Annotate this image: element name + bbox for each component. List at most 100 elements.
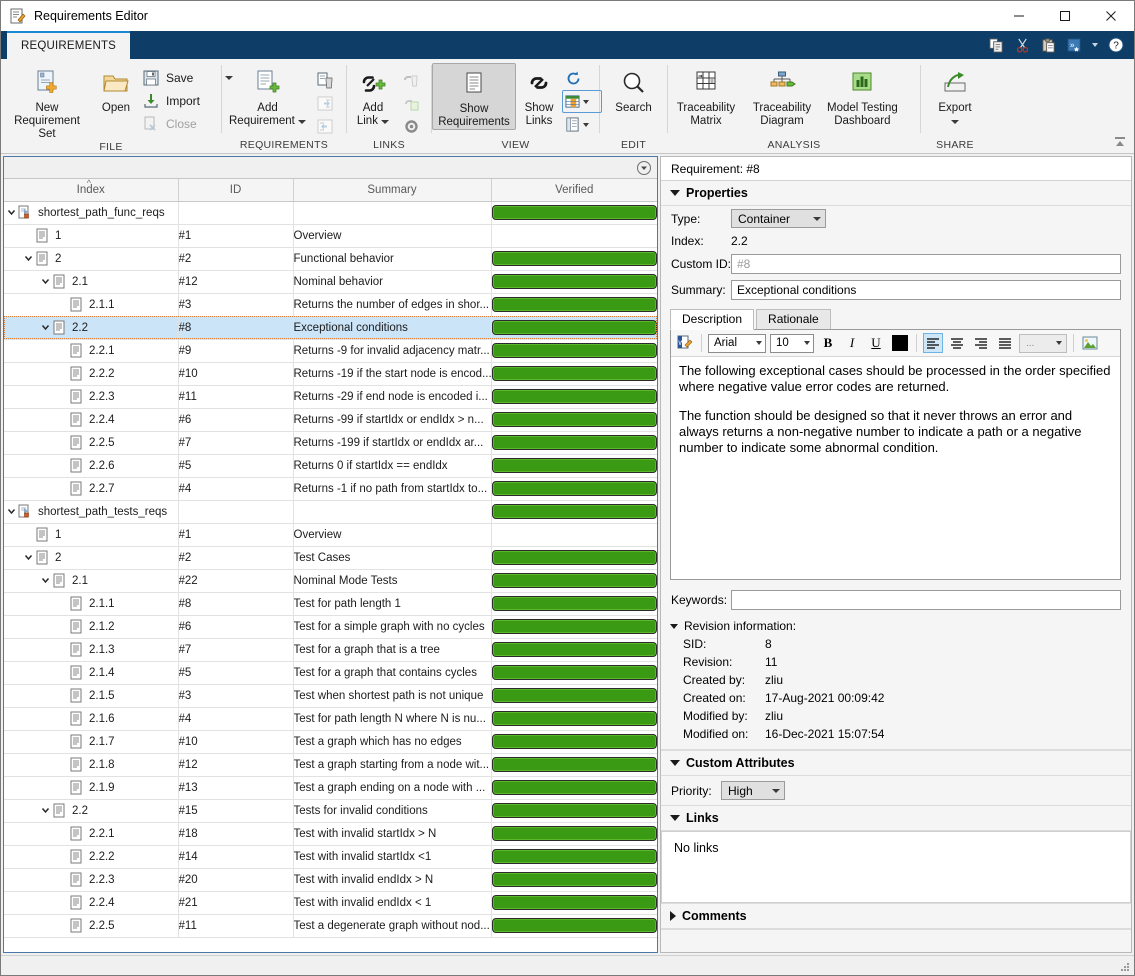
- customize-quick-access-icon[interactable]: »: [1066, 37, 1083, 54]
- insert-image-icon[interactable]: [1080, 333, 1100, 353]
- show-links-button[interactable]: ShowLinks: [516, 63, 562, 128]
- column-header-summary[interactable]: Summary: [293, 179, 491, 201]
- new-requirement-set-button[interactable]: NewRequirement Set: [1, 63, 93, 141]
- bold-button[interactable]: B: [818, 333, 838, 353]
- table-row[interactable]: 2.2.2#10Returns -19 if the start node is…: [4, 362, 657, 385]
- table-row[interactable]: 1#1Overview: [4, 224, 657, 247]
- add-link-button[interactable]: Add Link: [347, 63, 399, 128]
- tab-requirements[interactable]: REQUIREMENTS: [7, 31, 130, 59]
- table-row[interactable]: 2.1.4#5Test for a graph that contains cy…: [4, 661, 657, 684]
- table-row[interactable]: 2.2.5#7Returns -199 if startIdx or endId…: [4, 431, 657, 454]
- table-row[interactable]: 2.2.2#14Test with invalid startIdx <1: [4, 845, 657, 868]
- maximize-button[interactable]: [1042, 2, 1088, 31]
- table-row[interactable]: 2.1.6#4Test for path length N where N is…: [4, 707, 657, 730]
- cut-icon[interactable]: [1014, 37, 1031, 54]
- expand-collapse-chevron-icon[interactable]: [38, 271, 52, 293]
- table-row[interactable]: 2.1.1#3Returns the number of edges in sh…: [4, 293, 657, 316]
- links-section-header[interactable]: Links: [661, 805, 1131, 831]
- expand-collapse-chevron-icon[interactable]: [4, 501, 18, 523]
- text-color-button[interactable]: [890, 333, 910, 353]
- expand-collapse-chevron-icon[interactable]: [21, 248, 35, 270]
- add-requirement-button[interactable]: Add Requirement: [222, 63, 313, 128]
- priority-dropdown[interactable]: High: [721, 781, 785, 800]
- table-row[interactable]: 2.2.4#6Returns -99 if startIdx or endIdx…: [4, 408, 657, 431]
- italic-button[interactable]: I: [842, 333, 862, 353]
- expand-collapse-chevron-icon[interactable]: [38, 317, 52, 339]
- column-header-id[interactable]: ID: [178, 179, 293, 201]
- list-style-dropdown[interactable]: ...: [1019, 334, 1067, 353]
- table-row[interactable]: 2.1.9#13Test a graph ending on a node wi…: [4, 776, 657, 799]
- table-row[interactable]: 2.1.3#7Test for a graph that is a tree: [4, 638, 657, 661]
- requirements-table-wrap[interactable]: ^ Index ID Summary Verified shortest_pat…: [4, 179, 657, 952]
- close-button[interactable]: [1088, 2, 1134, 31]
- underline-button[interactable]: U: [866, 333, 886, 353]
- table-row[interactable]: shortest_path_tests_reqs: [4, 500, 657, 523]
- resize-grip-icon[interactable]: [1119, 961, 1131, 973]
- delete-requirement-icon[interactable]: [313, 69, 337, 92]
- custom-attributes-section-header[interactable]: Custom Attributes: [661, 750, 1131, 776]
- export-button[interactable]: Export: [927, 63, 983, 128]
- expand-collapse-chevron-icon[interactable]: [38, 800, 52, 822]
- type-dropdown[interactable]: Container: [731, 209, 826, 228]
- table-row[interactable]: 2.2.4#21Test with invalid endIdx < 1: [4, 891, 657, 914]
- table-row[interactable]: 2.2.3#11Returns -29 if end node is encod…: [4, 385, 657, 408]
- description-text-area[interactable]: The following exceptional cases should b…: [671, 357, 1120, 579]
- table-row[interactable]: 2#2Test Cases: [4, 546, 657, 569]
- minimize-button[interactable]: [996, 2, 1042, 31]
- table-row[interactable]: 2.1#12Nominal behavior: [4, 270, 657, 293]
- paste-icon[interactable]: [1040, 37, 1057, 54]
- export-chevron-down-icon[interactable]: [951, 120, 959, 124]
- revision-section-header[interactable]: Revision information:: [661, 618, 1131, 635]
- align-center-icon[interactable]: [947, 333, 967, 353]
- traceability-diagram-button[interactable]: TraceabilityDiagram: [744, 63, 820, 128]
- keywords-input[interactable]: [731, 590, 1121, 610]
- layout-view-icon[interactable]: [562, 113, 602, 136]
- panel-options-chevron-icon[interactable]: [637, 161, 651, 175]
- tab-description[interactable]: Description: [670, 309, 754, 330]
- layout-view-chevron-down-icon[interactable]: [583, 123, 589, 127]
- properties-section-header[interactable]: Properties: [661, 181, 1131, 206]
- font-size-select[interactable]: 10: [770, 334, 814, 353]
- refresh-icon[interactable]: [562, 67, 602, 90]
- add-requirement-chevron-down-icon[interactable]: [298, 120, 306, 124]
- add-link-chevron-down-icon[interactable]: [381, 120, 389, 124]
- table-row[interactable]: 2.2.1#9Returns -9 for invalid adjacency …: [4, 339, 657, 362]
- comments-section-header[interactable]: Comments: [661, 903, 1131, 929]
- table-row[interactable]: 2.2#15Tests for invalid conditions: [4, 799, 657, 822]
- expand-collapse-chevron-icon[interactable]: [21, 547, 35, 569]
- table-row[interactable]: 2.1.7#10Test a graph which has no edges: [4, 730, 657, 753]
- help-icon[interactable]: ?: [1107, 37, 1124, 54]
- expand-collapse-chevron-icon[interactable]: [4, 202, 18, 224]
- column-header-verified[interactable]: Verified: [491, 179, 657, 201]
- expand-collapse-chevron-icon[interactable]: [38, 570, 52, 592]
- table-row[interactable]: 2.1#22Nominal Mode Tests: [4, 569, 657, 592]
- custom-id-input[interactable]: #8: [731, 254, 1121, 274]
- columns-view-icon[interactable]: [562, 90, 602, 113]
- search-button[interactable]: Search: [606, 63, 662, 115]
- table-row[interactable]: 2.2.6#5Returns 0 if startIdx == endIdx: [4, 454, 657, 477]
- table-row[interactable]: 2.1.2#6Test for a simple graph with no c…: [4, 615, 657, 638]
- align-right-icon[interactable]: [971, 333, 991, 353]
- column-header-index[interactable]: ^ Index: [4, 179, 178, 201]
- table-row[interactable]: 2.2.5#11Test a degenerate graph without …: [4, 914, 657, 937]
- show-requirements-button[interactable]: ShowRequirements: [432, 63, 516, 130]
- collapse-ribbon-icon[interactable]: [1112, 134, 1128, 150]
- open-in-word-icon[interactable]: W: [675, 333, 695, 353]
- summary-input[interactable]: Exceptional conditions: [731, 280, 1121, 300]
- table-row[interactable]: 2.1.1#8Test for path length 1: [4, 592, 657, 615]
- align-justify-icon[interactable]: [995, 333, 1015, 353]
- table-row[interactable]: 2.2#8Exceptional conditions: [4, 316, 657, 339]
- copy-icon[interactable]: [988, 37, 1005, 54]
- model-testing-dashboard-button[interactable]: Model TestingDashboard: [820, 63, 905, 128]
- table-row[interactable]: 2.1.8#12Test a graph starting from a nod…: [4, 753, 657, 776]
- table-row[interactable]: 1#1Overview: [4, 523, 657, 546]
- table-row[interactable]: 2.1.5#3Test when shortest path is not un…: [4, 684, 657, 707]
- table-row[interactable]: 2#2Functional behavior: [4, 247, 657, 270]
- open-button[interactable]: Open: [93, 63, 139, 115]
- tab-rationale[interactable]: Rationale: [756, 309, 831, 329]
- table-row[interactable]: shortest_path_func_reqs: [4, 201, 657, 224]
- traceability-matrix-button[interactable]: TraceabilityMatrix: [668, 63, 744, 128]
- align-left-icon[interactable]: [923, 333, 943, 353]
- font-family-select[interactable]: Arial: [708, 334, 766, 353]
- table-row[interactable]: 2.2.1#18Test with invalid startIdx > N: [4, 822, 657, 845]
